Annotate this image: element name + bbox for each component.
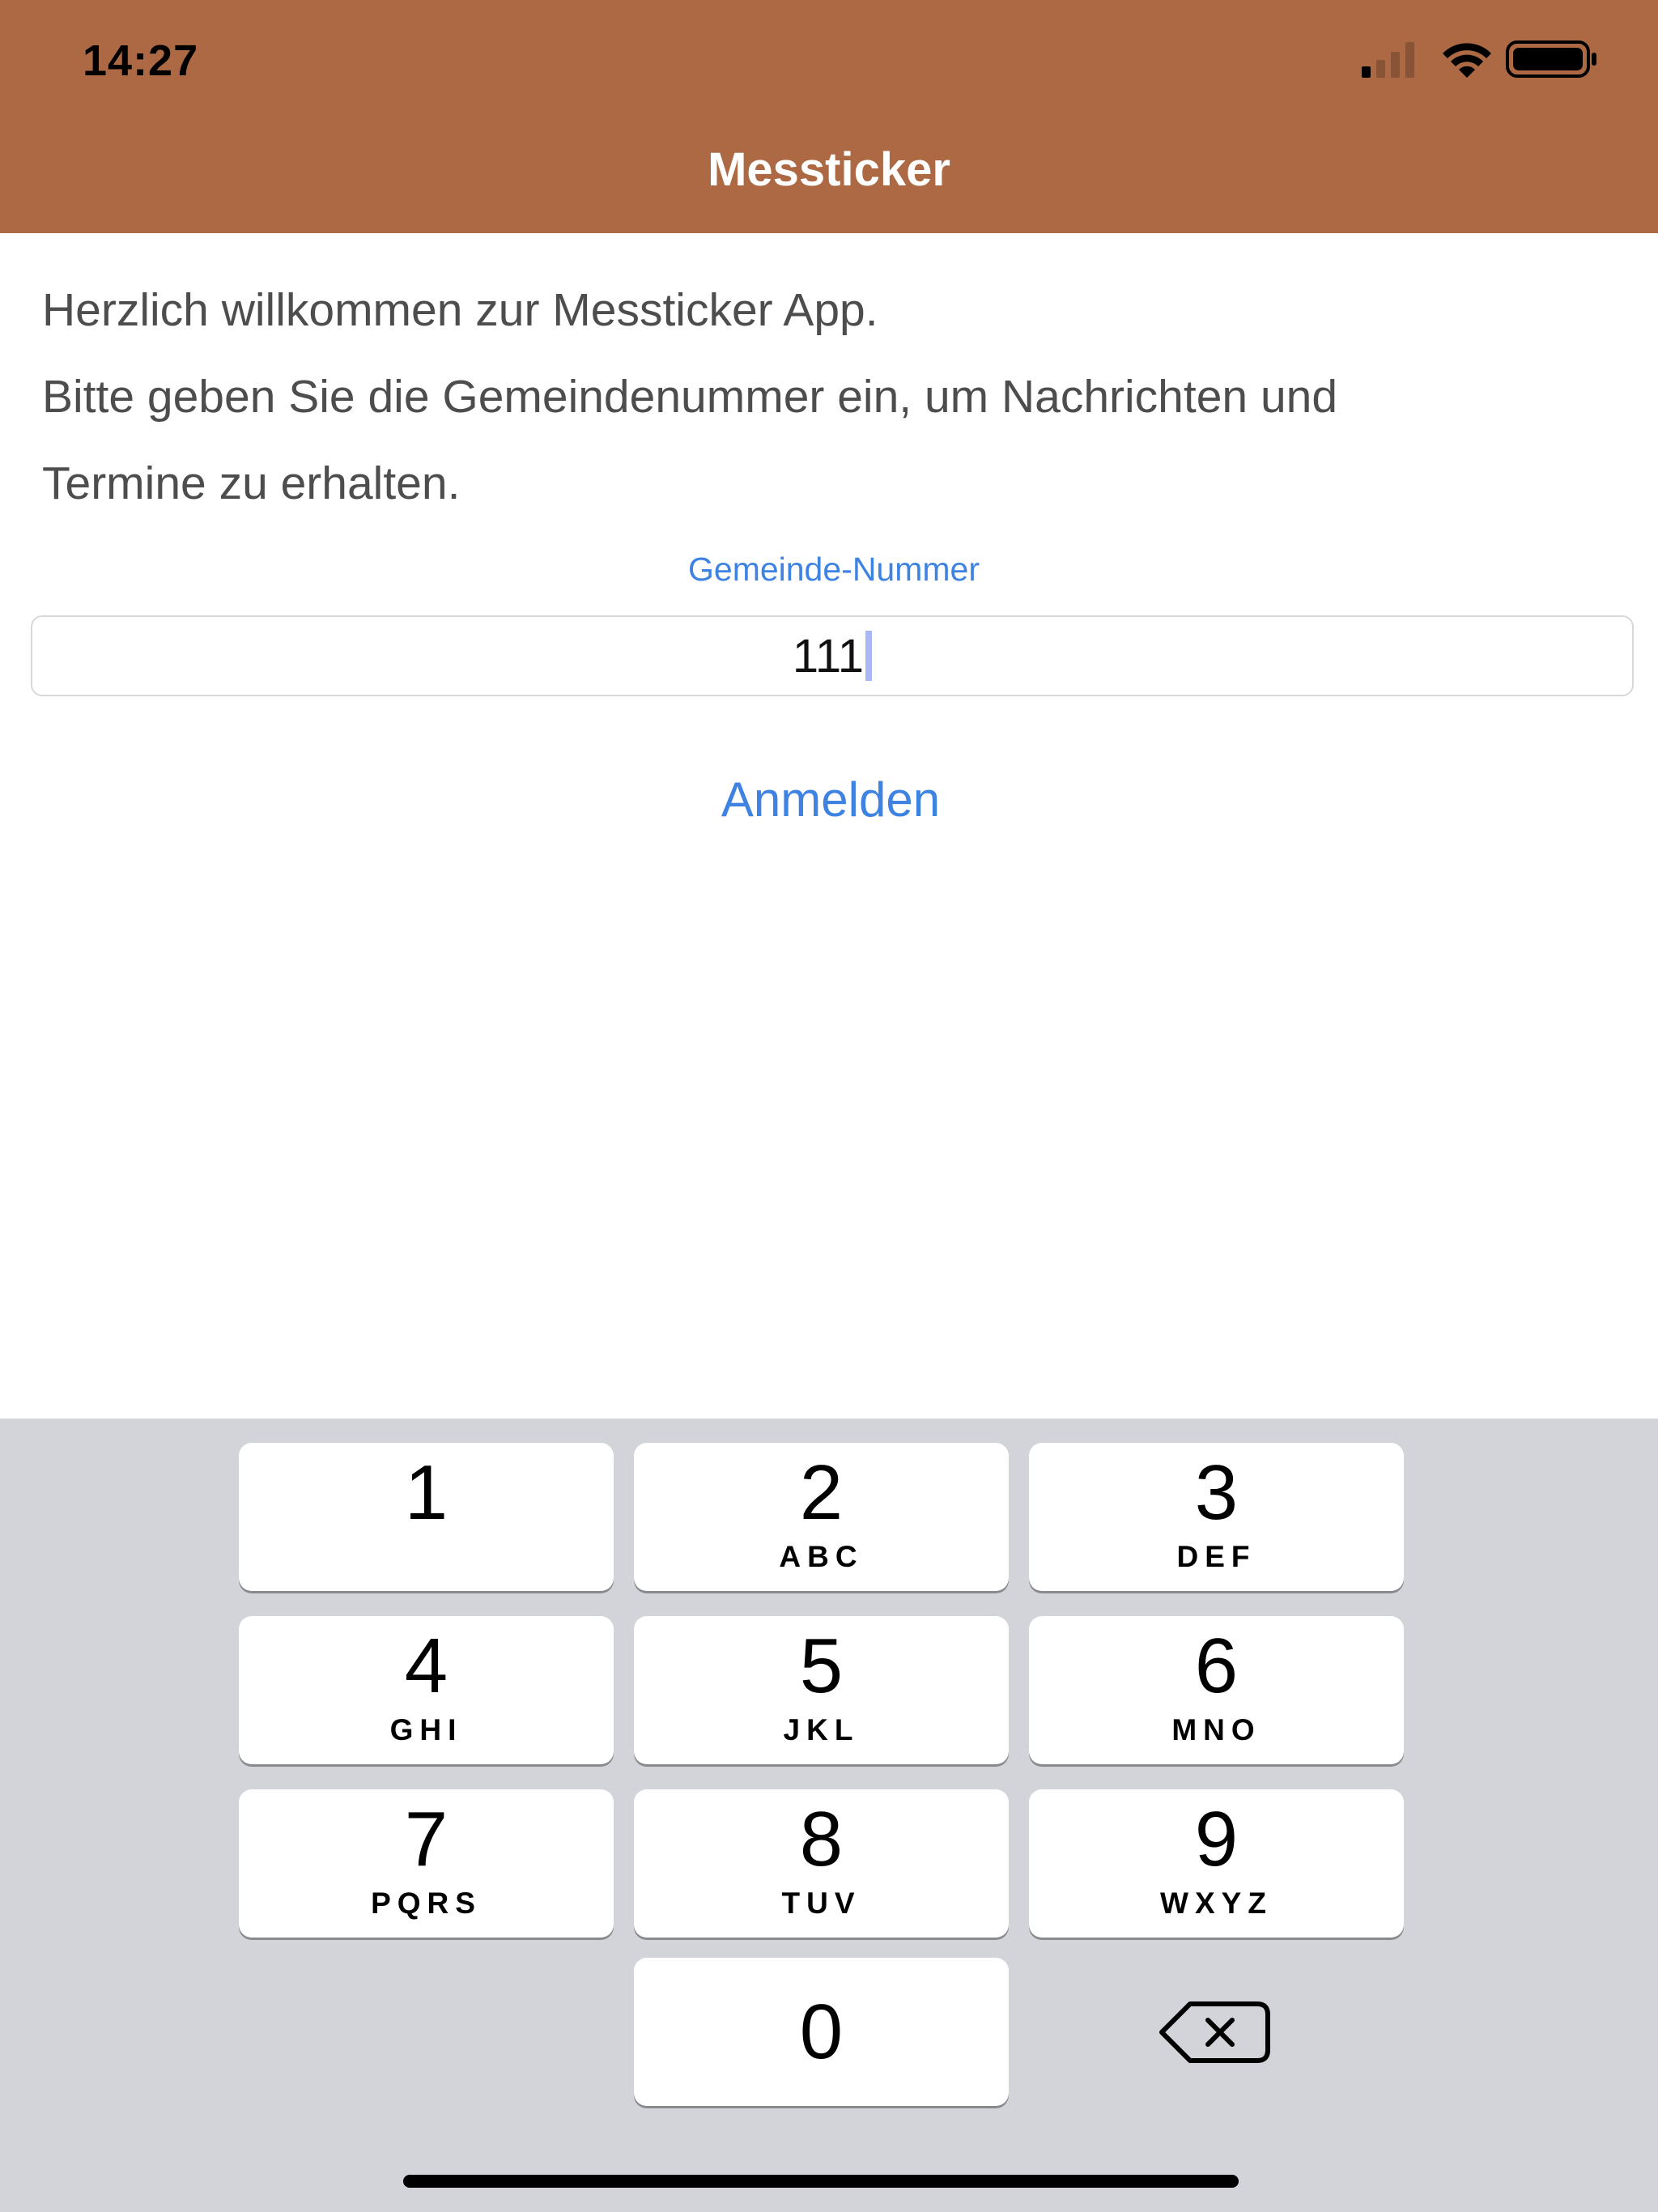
- key-letters: PQRS: [371, 1887, 482, 1920]
- gemeinde-number-input[interactable]: 111: [31, 615, 1634, 696]
- login-button[interactable]: Anmelden: [0, 772, 1658, 827]
- status-indicators-icon: [1362, 40, 1596, 78]
- status-icons: [1362, 37, 1605, 86]
- key-digit: 0: [799, 1989, 844, 2075]
- intro-line-welcome: Herzlich willkommen zur Messticker App.: [42, 284, 878, 336]
- key-digit: 1: [404, 1449, 449, 1536]
- key-letters: WXYZ: [1160, 1887, 1273, 1920]
- battery-icon: [1506, 40, 1596, 78]
- intro-line-instruction: Bitte geben Sie die Gemeindenummer ein, …: [42, 371, 1338, 423]
- key-8[interactable]: 8 TUV: [634, 1789, 1009, 1938]
- key-digit: 9: [1194, 1796, 1239, 1882]
- backspace-key[interactable]: [1028, 1958, 1403, 2106]
- cellular-signal-icon: [1362, 42, 1414, 78]
- app-header: 14:27 Messticker: [0, 0, 1658, 233]
- app-title: Messticker: [708, 143, 950, 196]
- key-letters: DEF: [1176, 1540, 1256, 1573]
- home-indicator[interactable]: [403, 2175, 1239, 2188]
- key-letters: GHI: [389, 1713, 463, 1746]
- key-6[interactable]: 6 MNO: [1029, 1616, 1404, 1764]
- key-0[interactable]: 0: [634, 1958, 1009, 2106]
- key-3[interactable]: 3 DEF: [1029, 1443, 1404, 1591]
- key-letters: JKL: [783, 1713, 860, 1746]
- key-digit: 6: [1194, 1623, 1239, 1709]
- status-time: 14:27: [83, 36, 199, 85]
- intro-line-instruction-end: Termine zu erhalten.: [42, 457, 461, 509]
- key-9[interactable]: 9 WXYZ: [1029, 1789, 1404, 1938]
- gemeinde-number-label: Gemeinde-Nummer: [688, 551, 980, 588]
- key-digit: 3: [1194, 1449, 1239, 1536]
- key-1[interactable]: 1: [239, 1443, 614, 1591]
- key-digit: 8: [799, 1796, 844, 1882]
- key-digit: 7: [404, 1796, 449, 1882]
- key-letters: MNO: [1171, 1713, 1261, 1746]
- wifi-icon: [1443, 43, 1491, 78]
- key-4[interactable]: 4 GHI: [239, 1616, 614, 1764]
- key-7[interactable]: 7 PQRS: [239, 1789, 614, 1938]
- key-letters: TUV: [781, 1887, 861, 1920]
- key-digit: 2: [799, 1449, 844, 1536]
- key-letters: ABC: [779, 1540, 864, 1573]
- intro-text: Herzlich willkommen zur Messticker App. …: [42, 267, 1580, 527]
- key-digit: 4: [404, 1623, 449, 1709]
- gemeinde-number-value: 111: [792, 629, 865, 683]
- key-digit: 5: [799, 1623, 844, 1709]
- key-2[interactable]: 2 ABC: [634, 1443, 1009, 1591]
- text-caret: [865, 631, 873, 681]
- key-5[interactable]: 5 JKL: [634, 1616, 1009, 1764]
- delete-left-icon: [1159, 2001, 1270, 2063]
